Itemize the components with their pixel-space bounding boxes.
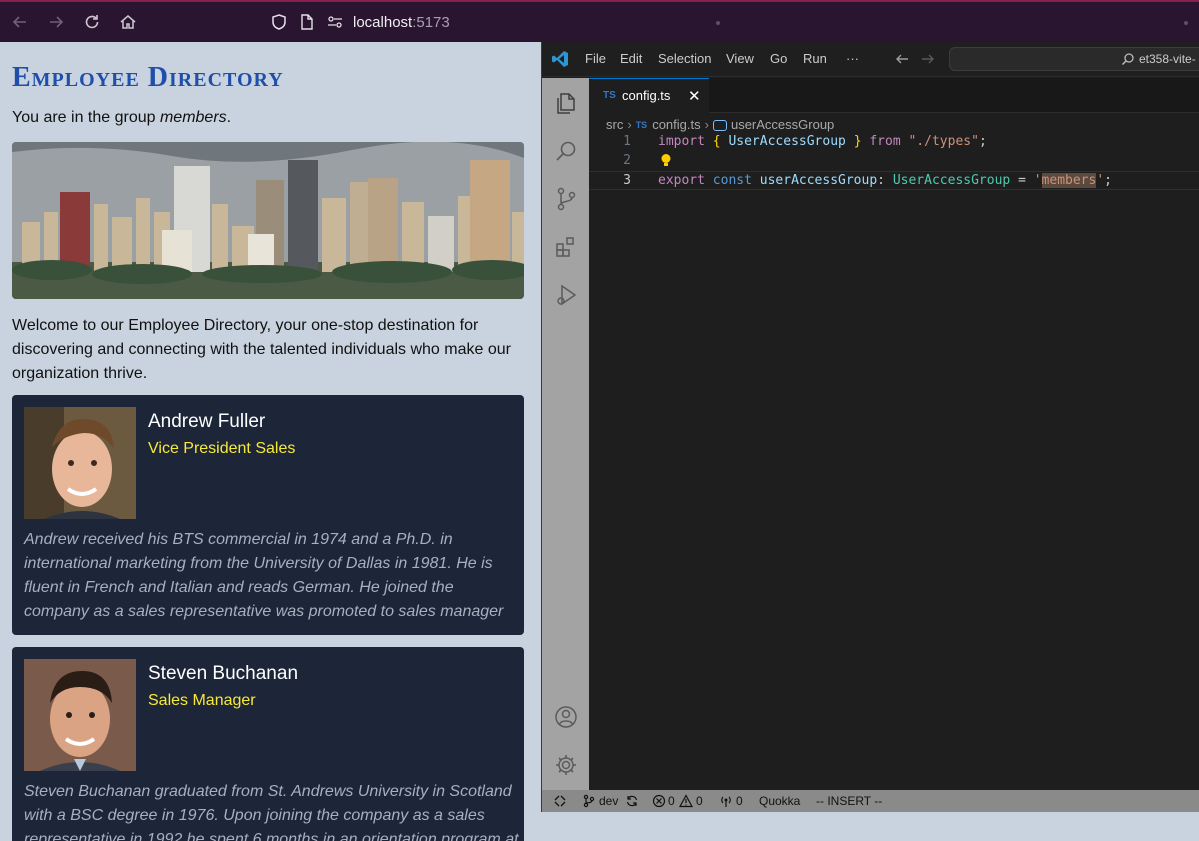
page-title: Employee Directory [12, 62, 284, 93]
warning-icon[interactable] [679, 794, 693, 808]
code-text: import { UserAccessGroup } from "./types… [658, 134, 987, 149]
tab-config-ts[interactable]: TS config.ts ✕ [589, 78, 709, 113]
activity-bar [542, 78, 589, 790]
breadcrumb: src › TS config.ts › userAccessGroup [606, 116, 834, 132]
sync-icon[interactable] [625, 794, 639, 808]
go-forward-icon[interactable] [919, 50, 937, 68]
go-back-icon[interactable] [893, 50, 911, 68]
code-line[interactable]: 2 [589, 152, 1199, 171]
selected-text: members [1041, 173, 1097, 188]
source-control-icon[interactable] [553, 186, 579, 212]
command-center[interactable]: et358-vite- [949, 47, 1199, 71]
search-icon[interactable] [553, 138, 579, 164]
code-line[interactable]: 3 export const userAccessGroup: UserAcce… [589, 171, 1199, 190]
error-icon[interactable] [652, 794, 666, 808]
explorer-icon[interactable] [553, 90, 579, 116]
menu-selection[interactable]: Selection [658, 51, 711, 66]
menu-run[interactable]: Run [803, 51, 827, 66]
shield-icon[interactable] [270, 13, 288, 31]
code-text: export const userAccessGroup: UserAccess… [658, 173, 1112, 188]
extensions-icon[interactable] [553, 234, 579, 260]
vscode-window: File Edit Selection View Go Run ··· et35… [541, 42, 1199, 812]
quokka-status[interactable]: Quokka [759, 794, 800, 808]
employee-portrait [24, 407, 136, 519]
code-editor[interactable]: 1 import { UserAccessGroup } from "./typ… [589, 133, 1199, 788]
permissions-icon[interactable] [326, 13, 344, 31]
remote-icon[interactable] [553, 794, 567, 808]
broadcast-icon[interactable] [719, 794, 733, 808]
ports-count[interactable]: 0 [736, 794, 743, 808]
error-count[interactable]: 0 [668, 794, 675, 808]
employee-name: Andrew Fuller [148, 411, 266, 432]
run-debug-icon[interactable] [553, 282, 579, 308]
menu-more[interactable]: ··· [846, 51, 859, 66]
typescript-icon: TS [635, 119, 648, 130]
chevron-right-icon: › [704, 117, 709, 133]
group-line: You are in the group members. [12, 109, 232, 126]
branch-name[interactable]: dev [599, 794, 618, 808]
line-number: 3 [623, 173, 631, 188]
code-line[interactable]: 1 import { UserAccessGroup } from "./typ… [589, 133, 1199, 152]
page-icon[interactable] [298, 13, 316, 31]
url-text[interactable]: localhost:5173 [353, 14, 450, 31]
branch-icon[interactable] [582, 794, 596, 808]
breadcrumb-folder[interactable]: src [606, 117, 623, 132]
menu-view[interactable]: View [726, 51, 754, 66]
back-arrow-icon[interactable] [10, 12, 30, 32]
chevron-right-icon: › [627, 117, 632, 133]
status-bar: dev 0 0 0 Quokka -- INSERT -- [542, 790, 1199, 812]
lightbulb-icon[interactable] [660, 153, 672, 168]
employee-title: Sales Manager [148, 692, 256, 709]
employee-name: Steven Buchanan [148, 663, 299, 684]
menu-edit[interactable]: Edit [620, 51, 642, 66]
typescript-icon: TS [603, 90, 616, 101]
breadcrumb-file[interactable]: config.ts [652, 117, 700, 132]
employee-card[interactable]: Steven Buchanan Sales Manager Steven Buc… [12, 647, 524, 841]
vscode-titlebar: File Edit Selection View Go Run ··· et35… [542, 42, 1199, 77]
line-number: 2 [623, 153, 631, 168]
employee-photo [24, 659, 136, 771]
toolbar-dot [716, 21, 720, 25]
employee-portrait [24, 659, 136, 771]
employee-card[interactable]: Andrew Fuller Vice President Sales Andre… [12, 395, 524, 635]
vim-mode[interactable]: -- INSERT -- [816, 794, 882, 808]
gear-icon[interactable] [553, 752, 579, 778]
workspace-name: et358-vite- [1139, 52, 1196, 66]
menu-file[interactable]: File [585, 51, 606, 66]
tab-label: config.ts [622, 88, 671, 103]
employee-photo [24, 407, 136, 519]
variable-symbol-icon [712, 120, 727, 132]
close-icon[interactable]: ✕ [688, 87, 701, 105]
reload-icon[interactable] [82, 12, 102, 32]
warning-count[interactable]: 0 [696, 794, 703, 808]
editor-tabs: TS config.ts ✕ [589, 78, 1199, 113]
vscode-logo-icon [552, 51, 568, 67]
employee-directory-page: Employee Directory You are in the group … [0, 42, 541, 841]
group-name: members [159, 109, 227, 126]
city-skyline-banner [12, 142, 524, 299]
browser-toolbar: localhost:5173 [0, 0, 1199, 42]
welcome-paragraph: Welcome to our Employee Directory, your … [12, 317, 511, 382]
employee-bio: Andrew received his BTS commercial in 19… [24, 531, 504, 620]
search-icon [1121, 53, 1134, 66]
menu-go[interactable]: Go [770, 51, 787, 66]
breadcrumb-symbol[interactable]: userAccessGroup [731, 117, 834, 132]
forward-arrow-icon[interactable] [46, 12, 66, 32]
account-icon[interactable] [553, 704, 579, 730]
skyline-image [12, 142, 524, 299]
employee-title: Vice President Sales [148, 440, 296, 457]
toolbar-dot [1184, 21, 1188, 25]
home-icon[interactable] [118, 12, 138, 32]
line-number: 1 [623, 134, 631, 149]
employee-bio: Steven Buchanan graduated from St. Andre… [24, 783, 519, 841]
